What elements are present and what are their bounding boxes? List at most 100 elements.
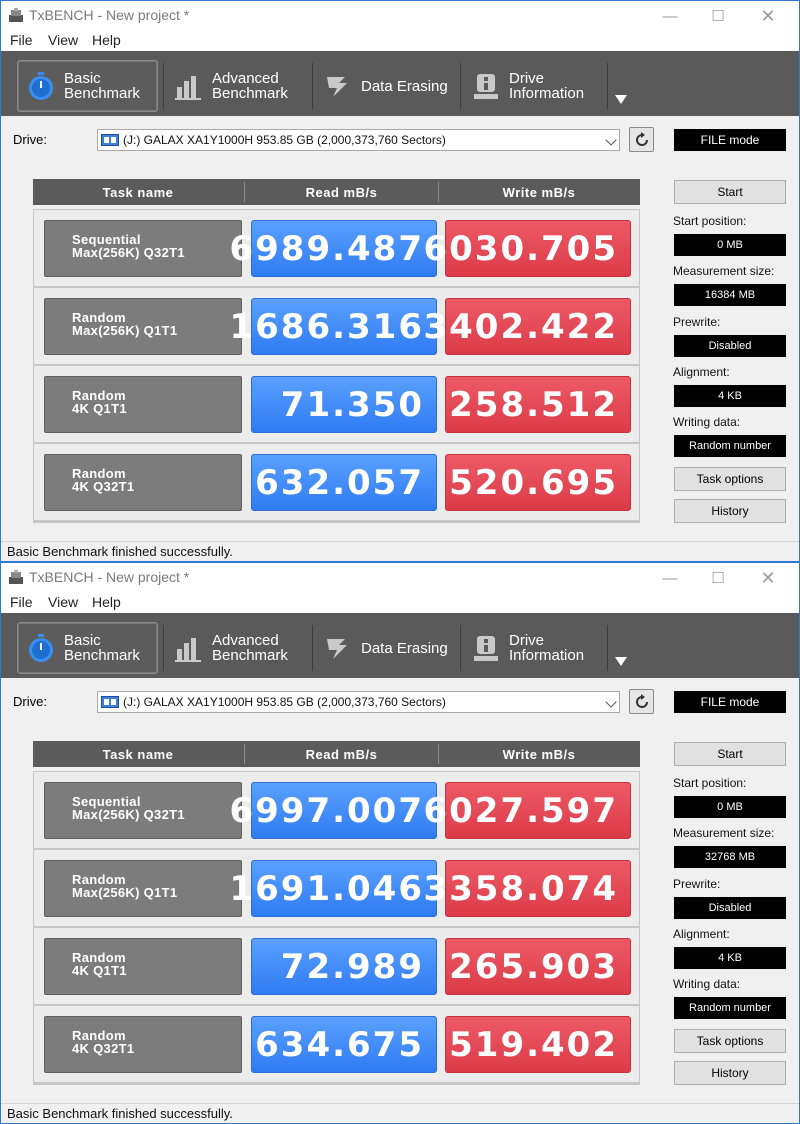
header-read: Read mB/s [305,746,378,762]
task-name-line2: Max(256K) Q32T1 [72,807,185,822]
mode-indicator: FILE mode [674,691,786,713]
read-result: 72.989 [251,938,437,995]
toolbar: Basic Benchmark Advanced Benchmark Data … [1,613,799,678]
refresh-icon [635,131,648,146]
alignment-label: Alignment: [673,927,730,941]
close-icon[interactable]: ✕ [745,563,791,593]
task-name-line2: Max(256K) Q1T1 [72,885,178,900]
menu-file[interactable]: File [10,32,33,48]
task-name-button[interactable]: Random 4K Q32T1 [44,1016,242,1073]
tab-data-erasing[interactable]: Data Erasing [314,60,460,112]
prewrite-field[interactable]: Disabled [674,897,786,919]
refresh-button[interactable] [629,689,654,714]
menu-view[interactable]: View [48,32,78,48]
result-row: Random Max(256K) Q1T1 1686.316 3402.422 [34,288,639,366]
window-title: TxBENCH - New project * [29,569,190,585]
task-name-button[interactable]: Sequential Max(256K) Q32T1 [44,782,242,839]
read-result: 71.350 [251,376,437,433]
tab-label: Data Erasing [361,77,448,95]
task-name-line2: Max(256K) Q1T1 [72,323,178,338]
maximize-icon[interactable]: ☐ [695,1,741,31]
drive-label: Drive: [13,132,47,147]
tab-data-erasing[interactable]: Data Erasing [314,622,460,674]
chevron-down-icon [605,696,617,708]
task-name-button[interactable]: Random 4K Q32T1 [44,454,242,511]
status-bar: Basic Benchmark finished successfully. [1,1103,799,1123]
start-button[interactable]: Start [674,180,786,204]
drive-info-icon [474,74,498,99]
history-button[interactable]: History [674,1061,786,1085]
result-row: Random 4K Q1T1 71.350 258.512 [34,366,639,444]
title-bar: TxBENCH - New project * — ☐ ✕ [1,1,799,31]
alignment-field[interactable]: 4 KB [674,947,786,969]
menu-file[interactable]: File [10,594,33,610]
tab-basic-benchmark[interactable]: Basic Benchmark [17,60,158,112]
menu-bar: File View Help [1,31,799,51]
mode-indicator: FILE mode [674,129,786,151]
write-result: 520.695 [445,454,631,511]
task-name-line2: 4K Q1T1 [72,963,127,978]
prewrite-field[interactable]: Disabled [674,335,786,357]
writing-data-label: Writing data: [673,977,741,991]
task-name-button[interactable]: Random 4K Q1T1 [44,376,242,433]
task-name-line2: 4K Q32T1 [72,479,135,494]
write-result: 3358.074 [423,860,631,917]
tab-advanced-benchmark[interactable]: Advanced Benchmark [165,622,311,674]
status-bar: Basic Benchmark finished successfully. [1,541,799,561]
menu-help[interactable]: Help [92,594,121,610]
drive-select[interactable]: (J:) GALAX XA1Y1000H 953.85 GB (2,000,37… [97,129,620,151]
chevron-down-icon [605,134,617,146]
tab-drive-information[interactable]: Drive Information [462,60,607,112]
task-name-button[interactable]: Random Max(256K) Q1T1 [44,298,242,355]
result-row: Sequential Max(256K) Q32T1 6997.007 6027… [34,772,639,850]
start-position-field[interactable]: 0 MB [674,796,786,818]
result-row: Sequential Max(256K) Q32T1 6989.487 6030… [34,210,639,288]
minimize-icon[interactable]: — [647,1,693,31]
tab-drive-information[interactable]: Drive Information [462,622,607,674]
close-icon[interactable]: ✕ [745,1,791,31]
drive-select[interactable]: (J:) GALAX XA1Y1000H 953.85 GB (2,000,37… [97,691,620,713]
start-button[interactable]: Start [674,742,786,766]
writing-data-label: Writing data: [673,415,741,429]
measurement-size-field[interactable]: 16384 MB [674,284,786,306]
txbench-window-1: TxBENCH - New project * — ☐ ✕ File View … [0,0,800,562]
results-header: Task name Read mB/s Write mB/s [33,179,640,205]
toolbar-more-icon[interactable] [615,95,627,104]
eraser-icon [327,639,347,659]
prewrite-label: Prewrite: [673,877,721,891]
start-position-field[interactable]: 0 MB [674,234,786,256]
task-name-button[interactable]: Random 4K Q1T1 [44,938,242,995]
refresh-icon [635,693,648,708]
txbench-window-2: TxBENCH - New project * — ☐ ✕ File View … [0,562,800,1124]
write-result: 6030.705 [423,220,631,277]
writing-data-field[interactable]: Random number [674,435,786,457]
menu-help[interactable]: Help [92,32,121,48]
results-header: Task name Read mB/s Write mB/s [33,741,640,767]
history-button[interactable]: History [674,499,786,523]
tab-basic-benchmark[interactable]: Basic Benchmark [17,622,158,674]
task-name-button[interactable]: Sequential Max(256K) Q32T1 [44,220,242,277]
eraser-icon [327,77,347,97]
tab-label: Drive Information [509,632,585,664]
toolbar-more-icon[interactable] [615,657,627,666]
maximize-icon[interactable]: ☐ [695,563,741,593]
measurement-size-field[interactable]: 32768 MB [674,846,786,868]
prewrite-label: Prewrite: [673,315,721,329]
task-options-button[interactable]: Task options [674,1029,786,1053]
task-options-button[interactable]: Task options [674,467,786,491]
refresh-button[interactable] [629,127,654,152]
write-result: 3402.422 [423,298,631,355]
menu-bar: File View Help [1,593,799,613]
measurement-size-label: Measurement size: [673,264,775,278]
writing-data-field[interactable]: Random number [674,997,786,1019]
tab-label: Basic Benchmark [64,632,140,664]
minimize-icon[interactable]: — [647,563,693,593]
menu-view[interactable]: View [48,594,78,610]
write-result: 6027.597 [423,782,631,839]
drive-icon [101,134,119,146]
drive-value: (J:) GALAX XA1Y1000H 953.85 GB (2,000,37… [123,133,446,147]
alignment-field[interactable]: 4 KB [674,385,786,407]
task-name-line2: 4K Q32T1 [72,1041,135,1056]
task-name-button[interactable]: Random Max(256K) Q1T1 [44,860,242,917]
tab-advanced-benchmark[interactable]: Advanced Benchmark [165,60,311,112]
